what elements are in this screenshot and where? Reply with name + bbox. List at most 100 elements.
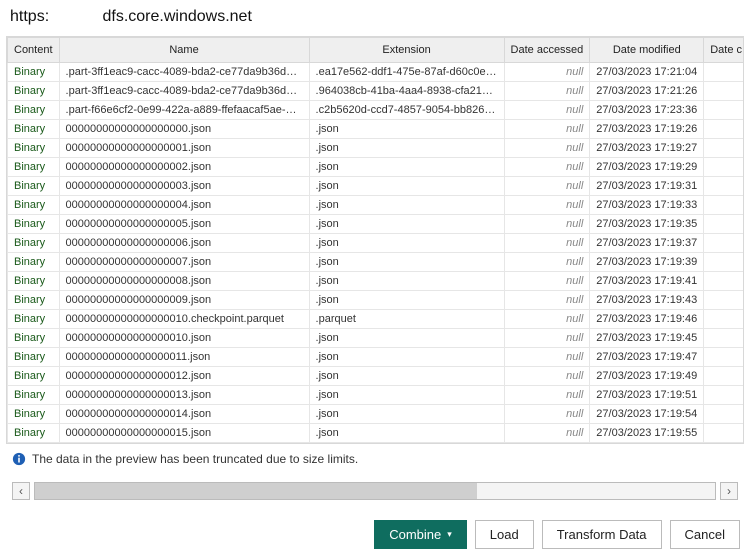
cell-date-created	[704, 367, 744, 386]
cell-date-modified: 27/03/2023 17:19:31	[590, 177, 704, 196]
col-header-name[interactable]: Name	[59, 38, 309, 63]
table-row[interactable]: Binary00000000000000000002.json.jsonnull…	[8, 158, 745, 177]
cell-extension: .json	[309, 177, 504, 196]
scroll-right-button[interactable]: ›	[720, 482, 738, 500]
horizontal-scrollbar[interactable]: ‹ ›	[6, 470, 744, 504]
table-row[interactable]: Binary00000000000000000014.json.jsonnull…	[8, 405, 745, 424]
cell-content[interactable]: Binary	[8, 272, 60, 291]
cell-date-modified: 27/03/2023 17:19:41	[590, 272, 704, 291]
cell-name: .part-3ff1eac9-cacc-4089-bda2-ce77da9b36…	[59, 63, 309, 82]
col-header-date-modified[interactable]: Date modified	[590, 38, 704, 63]
transform-data-button[interactable]: Transform Data	[542, 520, 662, 549]
cell-content[interactable]: Binary	[8, 82, 60, 101]
cell-date-created	[704, 82, 744, 101]
cell-extension: .json	[309, 291, 504, 310]
table-row[interactable]: Binary00000000000000000007.json.jsonnull…	[8, 253, 745, 272]
cell-content[interactable]: Binary	[8, 63, 60, 82]
cell-date-modified: 27/03/2023 17:19:33	[590, 196, 704, 215]
cell-content[interactable]: Binary	[8, 405, 60, 424]
cell-content[interactable]: Binary	[8, 348, 60, 367]
col-header-date-accessed[interactable]: Date accessed	[504, 38, 590, 63]
table-row[interactable]: Binary.part-f66e6cf2-0e99-422a-a889-ffef…	[8, 101, 745, 120]
table-row[interactable]: Binary00000000000000000009.json.jsonnull…	[8, 291, 745, 310]
combine-button-label: Combine	[389, 527, 441, 542]
chevron-right-icon: ›	[727, 484, 731, 498]
cell-extension: .json	[309, 386, 504, 405]
scroll-left-button[interactable]: ‹	[12, 482, 30, 500]
cell-date-modified: 27/03/2023 17:19:26	[590, 120, 704, 139]
cell-name: 00000000000000000010.json	[59, 329, 309, 348]
truncation-info: The data in the preview has been truncat…	[6, 444, 744, 470]
cell-date-accessed: null	[504, 272, 590, 291]
table-row[interactable]: Binary00000000000000000011.json.jsonnull…	[8, 348, 745, 367]
table-row[interactable]: Binary00000000000000000010.checkpoint.pa…	[8, 310, 745, 329]
table-row[interactable]: Binary00000000000000000010.json.jsonnull…	[8, 329, 745, 348]
cell-content[interactable]: Binary	[8, 424, 60, 443]
cell-date-modified: 27/03/2023 17:19:55	[590, 424, 704, 443]
cell-content[interactable]: Binary	[8, 120, 60, 139]
cell-content[interactable]: Binary	[8, 215, 60, 234]
cell-content[interactable]: Binary	[8, 291, 60, 310]
cell-date-accessed: null	[504, 329, 590, 348]
combine-button[interactable]: Combine ▾	[374, 520, 467, 549]
col-header-date-created[interactable]: Date c	[704, 38, 744, 63]
cell-date-created	[704, 177, 744, 196]
table-row[interactable]: Binary00000000000000000008.json.jsonnull…	[8, 272, 745, 291]
cell-date-created	[704, 329, 744, 348]
cell-date-modified: 27/03/2023 17:19:49	[590, 367, 704, 386]
cell-name: 00000000000000000002.json	[59, 158, 309, 177]
cell-content[interactable]: Binary	[8, 329, 60, 348]
table-row[interactable]: Binary00000000000000000005.json.jsonnull…	[8, 215, 745, 234]
cell-date-modified: 27/03/2023 17:19:35	[590, 215, 704, 234]
table-row[interactable]: Binary00000000000000000000.json.jsonnull…	[8, 120, 745, 139]
cell-extension: .json	[309, 234, 504, 253]
load-button[interactable]: Load	[475, 520, 534, 549]
cell-date-accessed: null	[504, 348, 590, 367]
cell-content[interactable]: Binary	[8, 234, 60, 253]
table-row[interactable]: Binary.part-3ff1eac9-cacc-4089-bda2-ce77…	[8, 82, 745, 101]
table-row[interactable]: Binary00000000000000000015.json.jsonnull…	[8, 424, 745, 443]
url-display: https: dfs.core.windows.net	[6, 4, 744, 36]
scroll-track[interactable]	[34, 482, 716, 500]
cell-extension: .964038cb-41ba-4aa4-8938-cfa21930555b	[309, 82, 504, 101]
cell-date-accessed: null	[504, 120, 590, 139]
cell-date-modified: 27/03/2023 17:21:04	[590, 63, 704, 82]
cell-name: 00000000000000000003.json	[59, 177, 309, 196]
cell-content[interactable]: Binary	[8, 386, 60, 405]
cell-date-accessed: null	[504, 101, 590, 120]
cell-date-modified: 27/03/2023 17:19:43	[590, 291, 704, 310]
truncation-text: The data in the preview has been truncat…	[32, 452, 358, 466]
cell-extension: .parquet	[309, 310, 504, 329]
cell-date-accessed: null	[504, 196, 590, 215]
cancel-button-label: Cancel	[685, 527, 725, 542]
cell-content[interactable]: Binary	[8, 158, 60, 177]
cell-content[interactable]: Binary	[8, 101, 60, 120]
cell-extension: .json	[309, 367, 504, 386]
cell-content[interactable]: Binary	[8, 310, 60, 329]
scroll-thumb[interactable]	[35, 483, 477, 499]
table-row[interactable]: Binary.part-3ff1eac9-cacc-4089-bda2-ce77…	[8, 63, 745, 82]
cell-extension: .json	[309, 139, 504, 158]
cell-extension: .json	[309, 215, 504, 234]
table-row[interactable]: Binary00000000000000000004.json.jsonnull…	[8, 196, 745, 215]
cell-date-created	[704, 120, 744, 139]
table-row[interactable]: Binary00000000000000000006.json.jsonnull…	[8, 234, 745, 253]
table-row[interactable]: Binary00000000000000000012.json.jsonnull…	[8, 367, 745, 386]
col-header-extension[interactable]: Extension	[309, 38, 504, 63]
cell-content[interactable]: Binary	[8, 367, 60, 386]
cell-date-created	[704, 424, 744, 443]
cell-content[interactable]: Binary	[8, 196, 60, 215]
cell-date-accessed: null	[504, 234, 590, 253]
cell-date-accessed: null	[504, 63, 590, 82]
cell-name: 00000000000000000006.json	[59, 234, 309, 253]
col-header-content[interactable]: Content	[8, 38, 60, 63]
cell-content[interactable]: Binary	[8, 177, 60, 196]
cell-date-modified: 27/03/2023 17:23:36	[590, 101, 704, 120]
cell-content[interactable]: Binary	[8, 253, 60, 272]
cancel-button[interactable]: Cancel	[670, 520, 740, 549]
table-row[interactable]: Binary00000000000000000003.json.jsonnull…	[8, 177, 745, 196]
table-row[interactable]: Binary00000000000000000001.json.jsonnull…	[8, 139, 745, 158]
table-row[interactable]: Binary00000000000000000013.json.jsonnull…	[8, 386, 745, 405]
cell-content[interactable]: Binary	[8, 139, 60, 158]
cell-date-accessed: null	[504, 253, 590, 272]
